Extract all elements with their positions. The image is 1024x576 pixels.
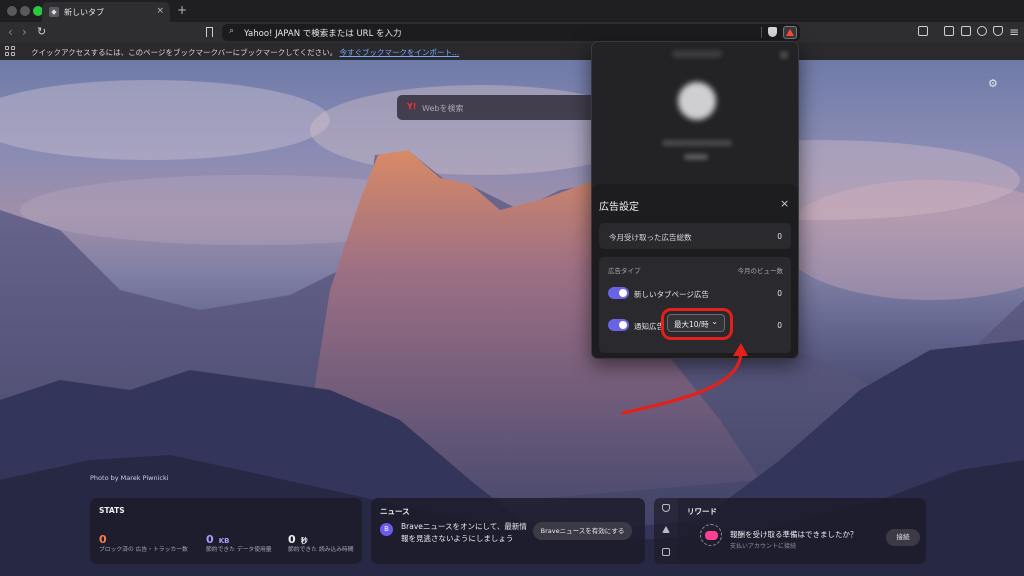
connect-button[interactable]: 接続 (886, 529, 920, 546)
widget-tabs (654, 498, 678, 564)
rewards-tab-icon[interactable] (662, 526, 670, 533)
news-title: ニュース (380, 507, 410, 516)
vpn-tab-icon[interactable] (662, 504, 670, 512)
news-description: Braveニュースをオンにして、最新情報を見逃さないようにしましょう (401, 522, 527, 543)
close-icon[interactable]: × (780, 197, 789, 210)
tab-title: 新しいタブ (64, 8, 104, 17)
brave-news-icon: B (380, 523, 393, 536)
brave-rewards-button[interactable] (783, 26, 797, 39)
new-tab-ads-label: 新しいタブページ広告 (634, 290, 709, 299)
rewards-title: リワード (687, 507, 717, 516)
brave-favicon-icon: ◆ (49, 7, 59, 17)
news-card: ニュース B Braveニュースをオンにして、最新情報を見逃さないようにしましょ… (371, 498, 645, 564)
bookmark-bar: クイックアクセスするには、このページをブックマークバーにブックマークしてください… (0, 43, 1024, 60)
rewards-graphic-icon (700, 524, 722, 546)
notification-ads-label: 通知広告 (634, 322, 664, 331)
import-bookmarks-link[interactable]: 今すぐブックマークをインポート... (340, 48, 460, 57)
browser-window: ◆ 新しいタブ × + ‹ › ↻ ⌕ Yahoo! JAPAN で検索または … (0, 0, 1024, 576)
tab-new-tab[interactable]: ◆ 新しいタブ × (42, 2, 170, 22)
url-bar[interactable]: ⌕ Yahoo! JAPAN で検索または URL を入力 (222, 24, 800, 41)
web-search-input[interactable]: Webを検索 (422, 103, 463, 114)
notification-ads-toggle[interactable] (608, 319, 629, 331)
toolbar: ‹ › ↻ ⌕ Yahoo! JAPAN で検索または URL を入力 ≡ (0, 22, 1024, 43)
blurred-text (684, 154, 708, 160)
rewards-triangle-icon (786, 29, 794, 36)
new-tab-ads-count: 0 (777, 289, 782, 298)
rewards-panel-blurred-header (592, 42, 798, 184)
new-tab-button[interactable]: + (177, 3, 187, 17)
blurred-avatar (678, 82, 716, 120)
vpn-icon[interactable] (993, 26, 1003, 36)
reload-button[interactable]: ↻ (37, 25, 46, 39)
forward-button[interactable]: › (22, 25, 27, 39)
total-ads-value: 0 (777, 232, 782, 241)
views-header: 今月のビュー数 (737, 267, 784, 275)
new-tab-ads-toggle[interactable] (608, 287, 629, 299)
window-close-button[interactable] (7, 6, 17, 16)
url-divider (761, 27, 762, 38)
enable-news-button[interactable]: Braveニュースを有効にする (533, 522, 632, 540)
url-input[interactable]: Yahoo! JAPAN で検索または URL を入力 (244, 27, 402, 39)
settings-gear-icon[interactable]: ⚙ (988, 77, 998, 90)
stat-ads-blocked-label: ブロック済の 広告・トラッカー数 (99, 547, 188, 553)
blurred-title (672, 50, 722, 58)
bookmark-bar-message: クイックアクセスするには、このページをブックマークバーにブックマークしてください… (31, 48, 460, 57)
ad-settings-title: 広告設定 (599, 202, 639, 213)
stats-title: STATS (99, 506, 125, 515)
blurred-close-icon (780, 51, 788, 59)
stats-card: STATS 0 ブロック済の 広告・トラッカー数 0 KB 節約できた データ使… (90, 498, 362, 564)
blurred-text (662, 140, 732, 146)
window-minimize-button[interactable] (20, 6, 30, 16)
wallet-icon[interactable] (961, 26, 971, 36)
brave-shield-icon[interactable] (768, 27, 777, 37)
rewards-subtext: 支払いアカウントに接続 (730, 543, 797, 550)
rewards-heading: 報酬を受け取る準備はできましたか？ (730, 530, 858, 539)
leo-ai-icon[interactable] (977, 26, 987, 36)
total-ads-label: 今月受け取った広告総数 (609, 233, 692, 242)
stat-time-saved-label: 節約できた 読み込み時間 (288, 547, 354, 553)
apps-grid-icon[interactable] (5, 46, 15, 56)
annotation-highlight-ring (661, 308, 733, 340)
web-search-box[interactable]: Y! Webを検索 (397, 95, 597, 120)
total-ads-row: 今月受け取った広告総数 0 (599, 223, 791, 249)
tab-close-icon[interactable]: × (156, 6, 164, 16)
search-icon: ⌕ (229, 26, 235, 36)
menu-icon[interactable]: ≡ (1009, 25, 1019, 39)
tab-strip: ◆ 新しいタブ × + (0, 0, 1024, 22)
talk-tab-icon[interactable] (662, 548, 670, 556)
photo-credit: Photo by Marek Piwnicki (90, 474, 169, 482)
back-button[interactable]: ‹ (8, 25, 13, 39)
ad-type-header: 広告タイプ (608, 267, 641, 275)
sidebar-toggle-icon[interactable] (918, 26, 928, 36)
rewards-card: リワード 報酬を受け取る準備はできましたか？ 支払いアカウントに接続 接続 (678, 498, 926, 564)
yahoo-logo-icon: Y! (407, 102, 417, 111)
notification-ads-count: 0 (777, 321, 782, 330)
stat-data-saved-label: 節約できた データ使用量 (206, 547, 272, 553)
sidebar-icon[interactable] (944, 26, 954, 36)
bookmark-icon[interactable] (206, 27, 213, 37)
